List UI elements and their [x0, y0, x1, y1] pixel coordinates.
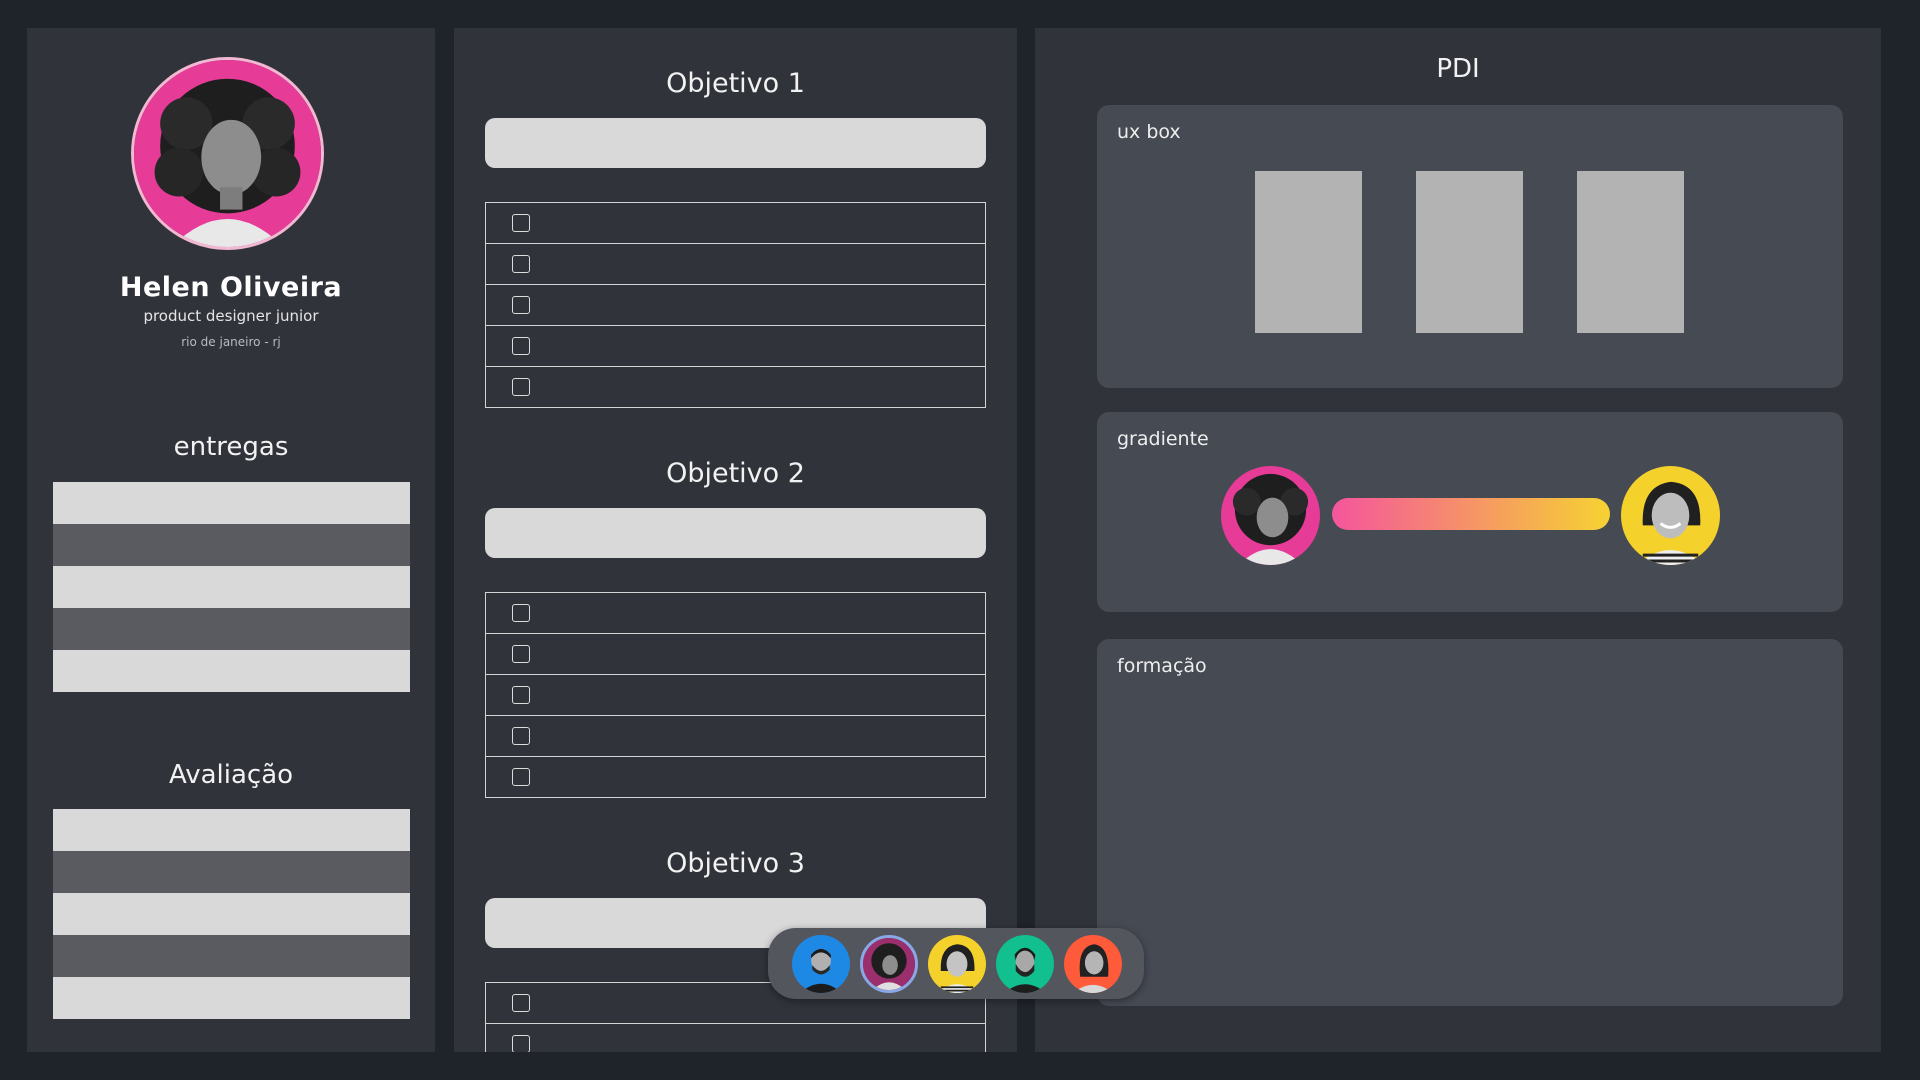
collaborator-avatar[interactable]	[792, 935, 850, 993]
collaborator-avatar[interactable]	[860, 935, 918, 993]
profile-name: Helen Oliveira	[119, 272, 343, 303]
pdi-title: PDI	[1436, 54, 1480, 84]
uxbox-card: ux box	[1097, 105, 1843, 388]
checkbox[interactable]	[512, 768, 530, 786]
checklist-row[interactable]	[485, 675, 986, 716]
avaliacao-title: Avaliação	[168, 760, 294, 790]
entregas-row[interactable]	[53, 482, 410, 524]
checklist-row[interactable]	[485, 592, 986, 634]
avaliacao-row[interactable]	[53, 851, 410, 893]
collaborators-tray	[768, 928, 1144, 999]
gradiente-label: gradiente	[1117, 428, 1209, 450]
checklist-row[interactable]	[485, 757, 986, 798]
person-photo-icon	[863, 938, 915, 990]
checkbox[interactable]	[512, 255, 530, 273]
checkbox[interactable]	[512, 1035, 530, 1052]
avaliacao-row[interactable]	[53, 809, 410, 851]
collaborator-avatar[interactable]	[1064, 935, 1122, 993]
avaliacao-row[interactable]	[53, 977, 410, 1019]
uxbox-item[interactable]	[1255, 171, 1362, 333]
checklist-row[interactable]	[485, 716, 986, 757]
gradient-to-avatar[interactable]	[1621, 466, 1720, 565]
objective-input[interactable]	[485, 508, 986, 558]
person-photo-icon	[1064, 935, 1122, 993]
uxbox-item[interactable]	[1416, 171, 1523, 333]
avaliacao-row[interactable]	[53, 935, 410, 977]
checklist-row[interactable]	[485, 326, 986, 367]
profile-location: rio de janeiro - rj	[181, 335, 281, 349]
checklist-row[interactable]	[485, 634, 986, 675]
person-photo-icon	[792, 935, 850, 993]
gradient-progress-bar	[1332, 498, 1610, 530]
profile-panel: Helen Oliveira product designer junior r…	[27, 28, 435, 1052]
checklist-row[interactable]	[485, 202, 986, 244]
checklist-row[interactable]	[485, 1024, 986, 1052]
objective-title: Objetivo 2	[666, 458, 805, 489]
avaliacao-list	[53, 809, 410, 1019]
checklist-row[interactable]	[485, 367, 986, 408]
checkbox[interactable]	[512, 604, 530, 622]
pdi-panel: PDI ux box gradiente formação	[1035, 28, 1881, 1052]
uxbox-label: ux box	[1117, 121, 1181, 143]
checkbox[interactable]	[512, 994, 530, 1012]
entregas-row[interactable]	[53, 608, 410, 650]
checkbox[interactable]	[512, 686, 530, 704]
uxbox-item[interactable]	[1577, 171, 1684, 333]
checkbox[interactable]	[512, 337, 530, 355]
profile-role: product designer junior	[143, 307, 319, 325]
person-photo-icon	[928, 935, 986, 993]
person-photo-icon	[1221, 466, 1320, 565]
person-photo-icon	[996, 935, 1054, 993]
person-photo-icon	[134, 60, 321, 247]
person-photo-icon	[1621, 466, 1720, 565]
entregas-row[interactable]	[53, 650, 410, 692]
gradient-from-avatar[interactable]	[1221, 466, 1320, 565]
gradiente-card: gradiente	[1097, 412, 1843, 612]
formacao-card: formação	[1097, 639, 1843, 1006]
formacao-label: formação	[1117, 655, 1207, 677]
entregas-title: entregas	[173, 432, 289, 462]
objective-checklist	[485, 592, 986, 798]
entregas-row[interactable]	[53, 566, 410, 608]
objective-title: Objetivo 1	[666, 68, 805, 99]
avaliacao-row[interactable]	[53, 893, 410, 935]
objectives-panel: Objetivo 1 Objetivo 2 Objetivo 3	[454, 28, 1017, 1052]
objective-title: Objetivo 3	[666, 848, 805, 879]
checkbox[interactable]	[512, 214, 530, 232]
entregas-row[interactable]	[53, 524, 410, 566]
entregas-list	[53, 482, 410, 692]
checkbox[interactable]	[512, 296, 530, 314]
checklist-row[interactable]	[485, 285, 986, 326]
objective-checklist	[485, 202, 986, 408]
checkbox[interactable]	[512, 378, 530, 396]
checkbox[interactable]	[512, 645, 530, 663]
objective-input[interactable]	[485, 118, 986, 168]
profile-avatar[interactable]	[131, 57, 324, 250]
collaborator-avatar[interactable]	[996, 935, 1054, 993]
checklist-row[interactable]	[485, 244, 986, 285]
checkbox[interactable]	[512, 727, 530, 745]
collaborator-avatar[interactable]	[928, 935, 986, 993]
